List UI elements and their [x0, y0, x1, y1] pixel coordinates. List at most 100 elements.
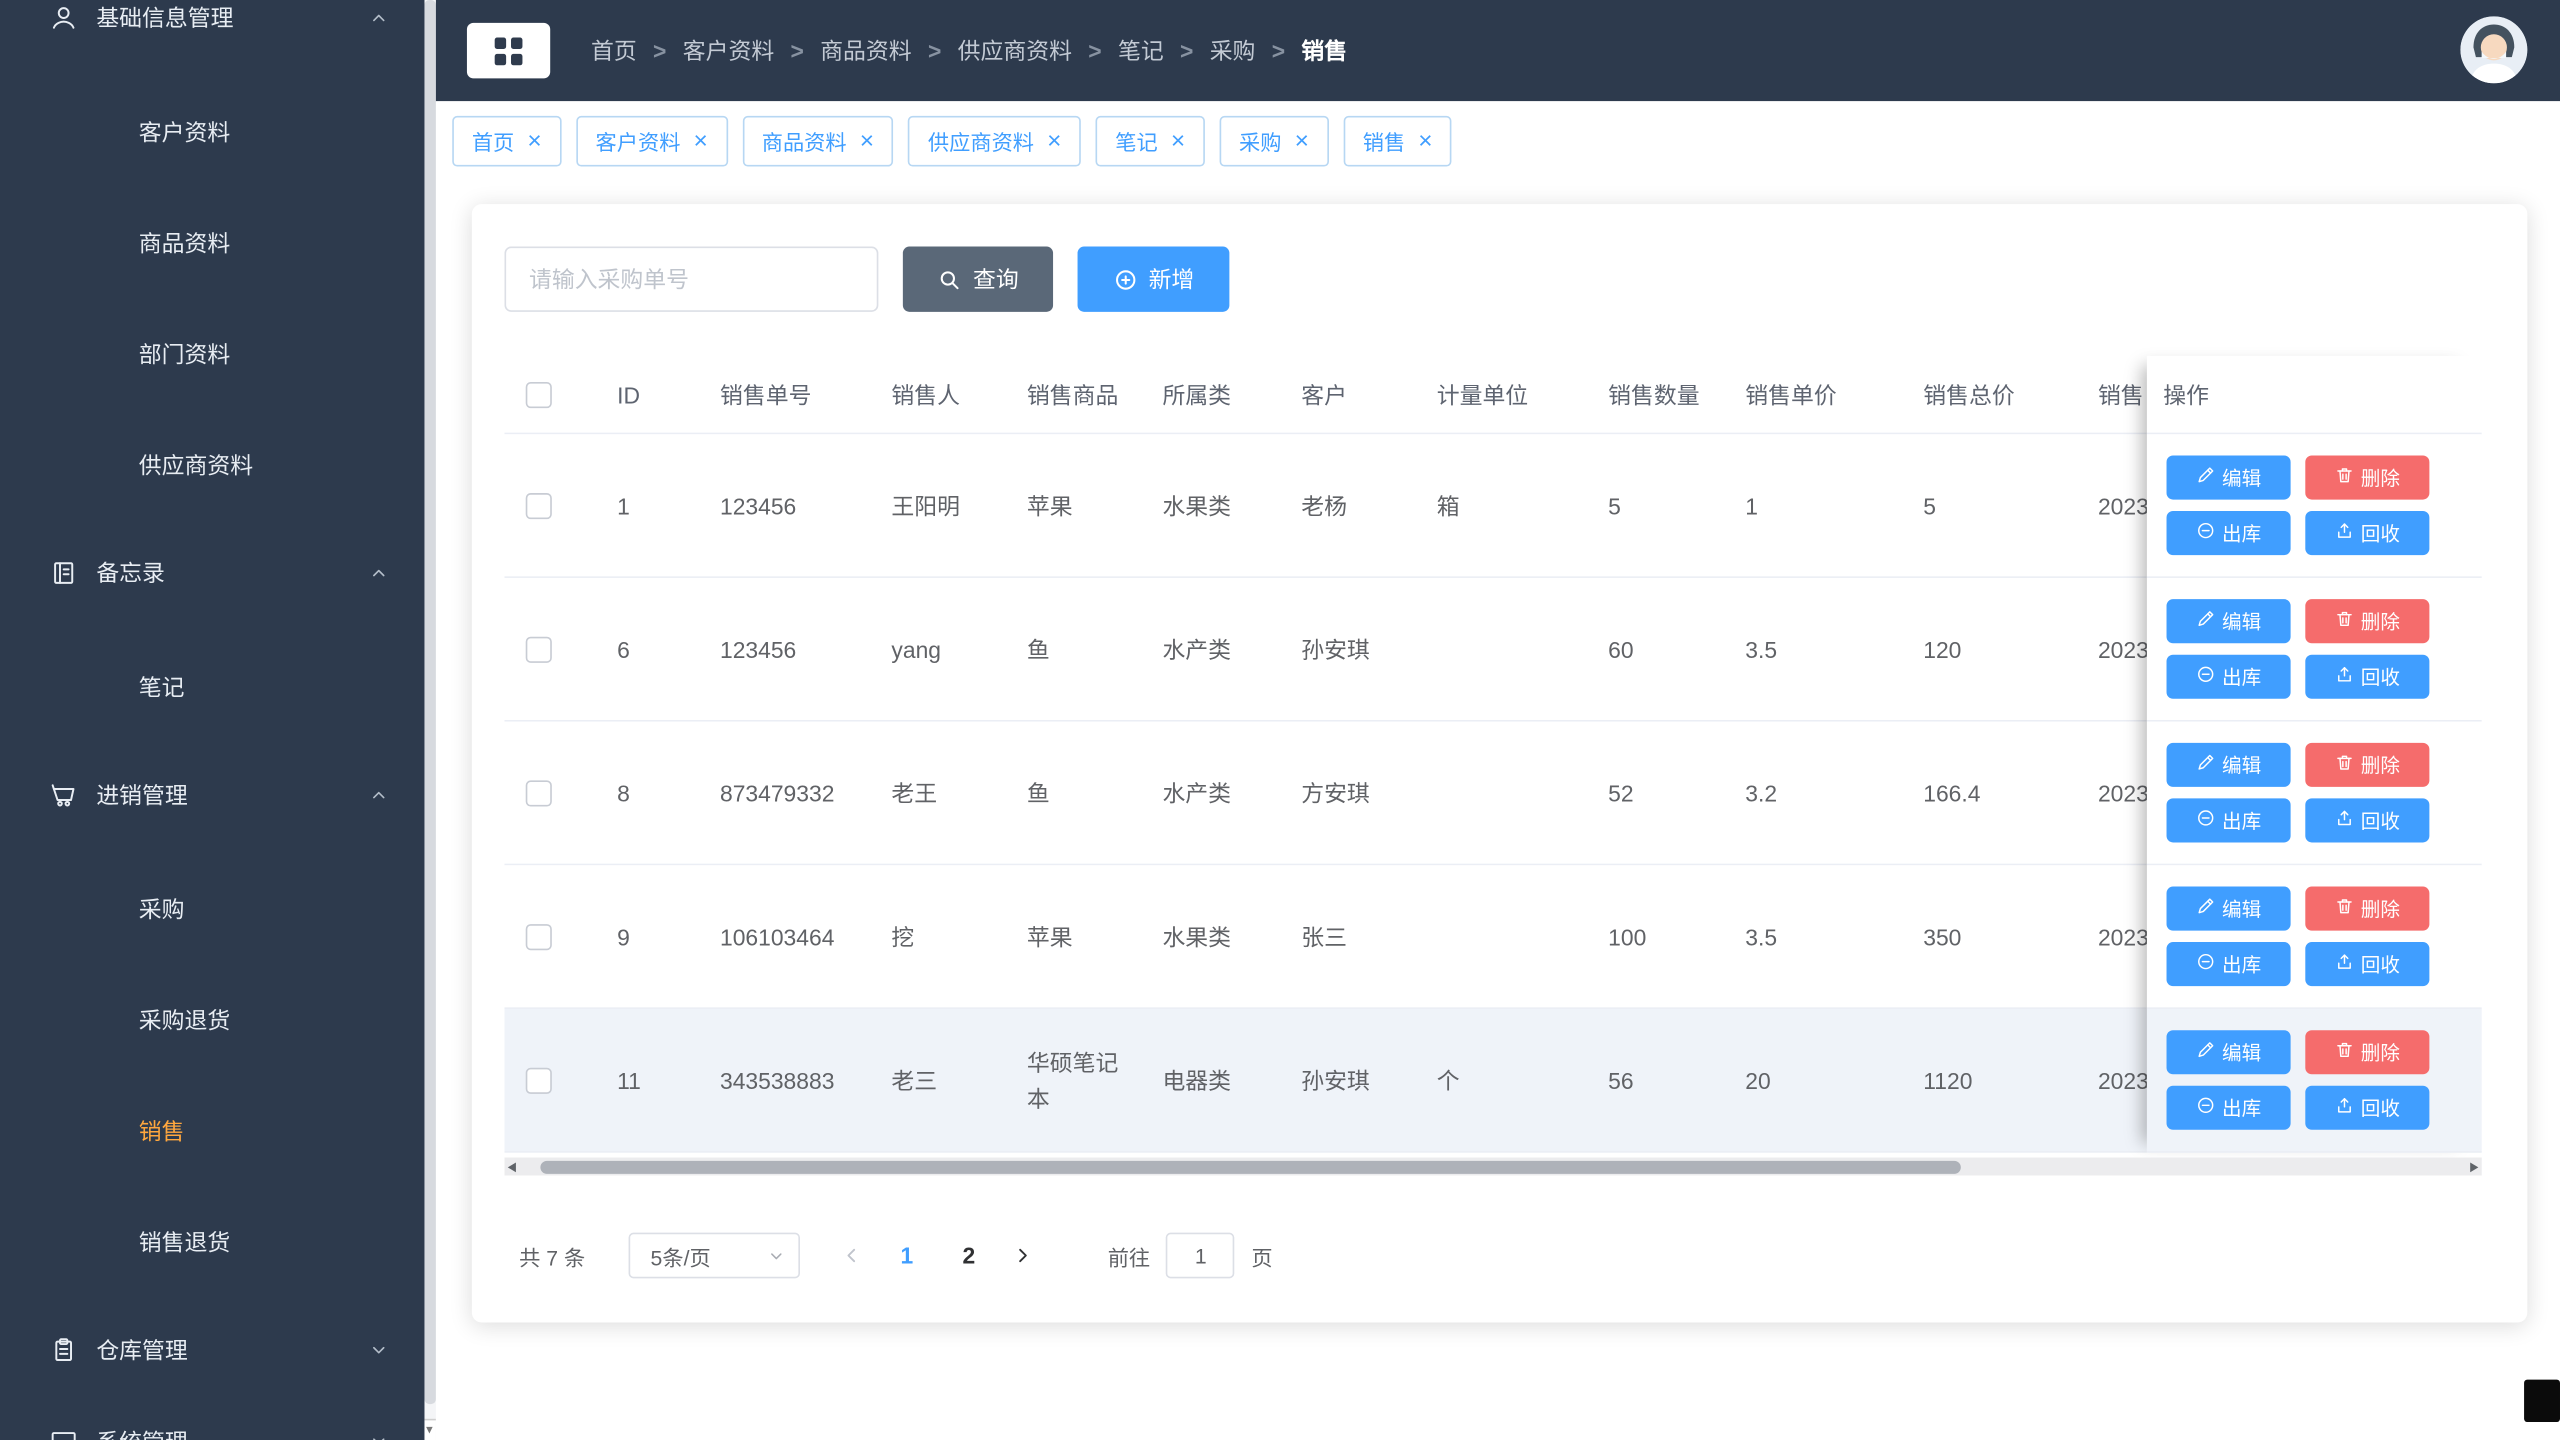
page-number-1[interactable]: 1 [884, 1233, 930, 1279]
close-icon[interactable]: × [527, 128, 541, 152]
user-avatar[interactable] [2460, 16, 2528, 84]
query-button[interactable]: 查询 [902, 246, 1054, 312]
sidebar-section-0[interactable]: 基础信息管理 [0, 0, 424, 64]
delete-button[interactable]: 删除 [2305, 886, 2430, 931]
outbound-button[interactable]: 出库 [2166, 511, 2291, 556]
add-button[interactable]: 新增 [1077, 246, 1230, 312]
breadcrumb-item-1[interactable]: 客户资料 [683, 34, 774, 67]
close-icon[interactable]: × [1171, 128, 1185, 152]
sidebar-scrollbar-down-arrow[interactable] [424, 1418, 436, 1440]
edit-button[interactable]: 编辑 [2166, 599, 2291, 644]
sidebar-item-2-0[interactable]: 采购 [0, 854, 424, 965]
prev-page-button[interactable] [830, 1233, 876, 1279]
user-icon [49, 3, 78, 32]
horizontal-scrollbar-thumb[interactable] [540, 1159, 1961, 1174]
row-checkbox-cell [504, 865, 617, 1007]
delete-button[interactable]: 删除 [2305, 1030, 2430, 1075]
edit-icon [2196, 465, 2216, 489]
tab-2[interactable]: 商品资料 × [742, 115, 894, 166]
sidebar-item-2-2[interactable]: 销售 [0, 1076, 424, 1187]
cell-qty: 52 [1608, 779, 1634, 806]
close-icon[interactable]: × [1295, 128, 1309, 152]
tab-5[interactable]: 采购 × [1219, 115, 1329, 166]
sidebar-item-1-0[interactable]: 笔记 [0, 632, 424, 743]
top-bar: 首页 > 客户资料 > 商品资料 > 供应商资料 > 笔记 > 采购 > 销售 [435, 0, 2560, 102]
tab-6[interactable]: 销售 × [1343, 115, 1453, 166]
outbound-button[interactable]: 出库 [2166, 798, 2291, 843]
close-icon[interactable]: × [1047, 128, 1061, 152]
recycle-button[interactable]: 回收 [2305, 798, 2430, 843]
notebook-icon [49, 558, 78, 587]
tab-label: 首页 [471, 129, 515, 155]
cell-unit [1437, 578, 1608, 720]
outbound-button[interactable]: 出库 [2166, 1085, 2291, 1130]
sidebar-item-0-3[interactable]: 供应商资料 [0, 410, 424, 521]
sidebar-item-0-0[interactable]: 客户资料 [0, 77, 424, 188]
close-icon[interactable]: × [694, 128, 708, 152]
cell-qty: 100 [1608, 923, 1647, 950]
page-size-select[interactable]: 5条/页 [629, 1232, 801, 1279]
breadcrumb-item-5[interactable]: 采购 [1210, 34, 1256, 67]
row-checkbox[interactable] [525, 635, 552, 663]
recycle-button[interactable]: 回收 [2305, 1085, 2430, 1130]
tab-4[interactable]: 笔记 × [1095, 115, 1205, 166]
tab-3[interactable]: 供应商资料 × [908, 115, 1082, 166]
search-input[interactable] [504, 246, 879, 312]
tab-1[interactable]: 客户资料 × [575, 115, 728, 166]
horizontal-scrollbar[interactable] [504, 1157, 2482, 1176]
sidebar-item-2-3[interactable]: 销售退货 [0, 1187, 424, 1298]
tab-0[interactable]: 首页 × [452, 115, 562, 166]
edit-icon [2196, 896, 2216, 920]
breadcrumb-item-0[interactable]: 首页 [591, 34, 637, 67]
outbound-button[interactable]: 出库 [2166, 654, 2291, 699]
select-all-checkbox[interactable] [525, 381, 552, 408]
sidebar-scrollbar[interactable] [424, 0, 436, 1440]
close-icon[interactable]: × [1418, 128, 1432, 152]
sidebar-section-2[interactable]: 进销管理 [0, 749, 424, 840]
del-icon [2335, 896, 2355, 920]
breadcrumb-item-2[interactable]: 商品资料 [820, 34, 911, 67]
breadcrumb-separator: > [1179, 37, 1194, 64]
edit-button[interactable]: 编辑 [2166, 742, 2291, 787]
row-checkbox[interactable] [525, 1066, 552, 1094]
edit-button[interactable]: 编辑 [2166, 1030, 2291, 1075]
edit-button[interactable]: 编辑 [2166, 455, 2291, 500]
recycle-button[interactable]: 回收 [2305, 511, 2430, 556]
sidebar-scrollbar-thumb[interactable] [424, 0, 436, 1405]
recycle-button[interactable]: 回收 [2305, 654, 2430, 699]
outbound-button[interactable]: 出库 [2166, 942, 2291, 987]
cell-unit_price: 1 [1745, 492, 1759, 519]
cell-id: 1 [617, 492, 630, 519]
cell-product: 苹果 [1026, 492, 1073, 519]
delete-button[interactable]: 删除 [2305, 599, 2430, 644]
sidebar-section-4[interactable]: 系统管理 [0, 1396, 424, 1440]
page-number-2[interactable]: 2 [946, 1233, 992, 1279]
sidebar-item-0-2[interactable]: 部门资料 [0, 299, 424, 410]
breadcrumb-item-4[interactable]: 笔记 [1118, 34, 1164, 67]
row-checkbox[interactable] [525, 492, 552, 519]
row-checkbox[interactable] [525, 923, 552, 950]
scroll-right-arrow[interactable] [2463, 1157, 2482, 1176]
edit-button[interactable]: 编辑 [2166, 886, 2291, 931]
sidebar-section-3[interactable]: 仓库管理 [0, 1304, 424, 1395]
sidebar-item-0-1[interactable]: 商品资料 [0, 188, 424, 299]
next-page-button[interactable] [1000, 1233, 1046, 1279]
scroll-left-arrow[interactable] [504, 1157, 523, 1176]
delete-button[interactable]: 删除 [2305, 742, 2430, 787]
row-actions-2: 编辑 删除 出库 回收 [2146, 721, 2482, 866]
sidebar-section-1[interactable]: 备忘录 [0, 527, 424, 618]
apps-grid-button[interactable] [466, 22, 551, 79]
sidebar-item-2-1[interactable]: 采购退货 [0, 965, 424, 1076]
sidebar-submenu-0: 客户资料 商品资料 部门资料 供应商资料 [0, 64, 424, 528]
recycle-button[interactable]: 回收 [2305, 942, 2430, 987]
goto-page-input[interactable] [1166, 1232, 1236, 1279]
breadcrumb-item-3[interactable]: 供应商资料 [958, 34, 1072, 67]
row-checkbox[interactable] [525, 779, 552, 806]
grid-icon [494, 36, 523, 65]
delete-button[interactable]: 删除 [2305, 455, 2430, 500]
close-icon[interactable]: × [860, 128, 874, 152]
cell-order_no: 123456 [719, 492, 797, 519]
row-actions-1: 编辑 删除 出库 回收 [2146, 577, 2482, 722]
column-header-actions: 操作 [2146, 355, 2482, 435]
tab-label: 笔记 [1115, 129, 1158, 155]
